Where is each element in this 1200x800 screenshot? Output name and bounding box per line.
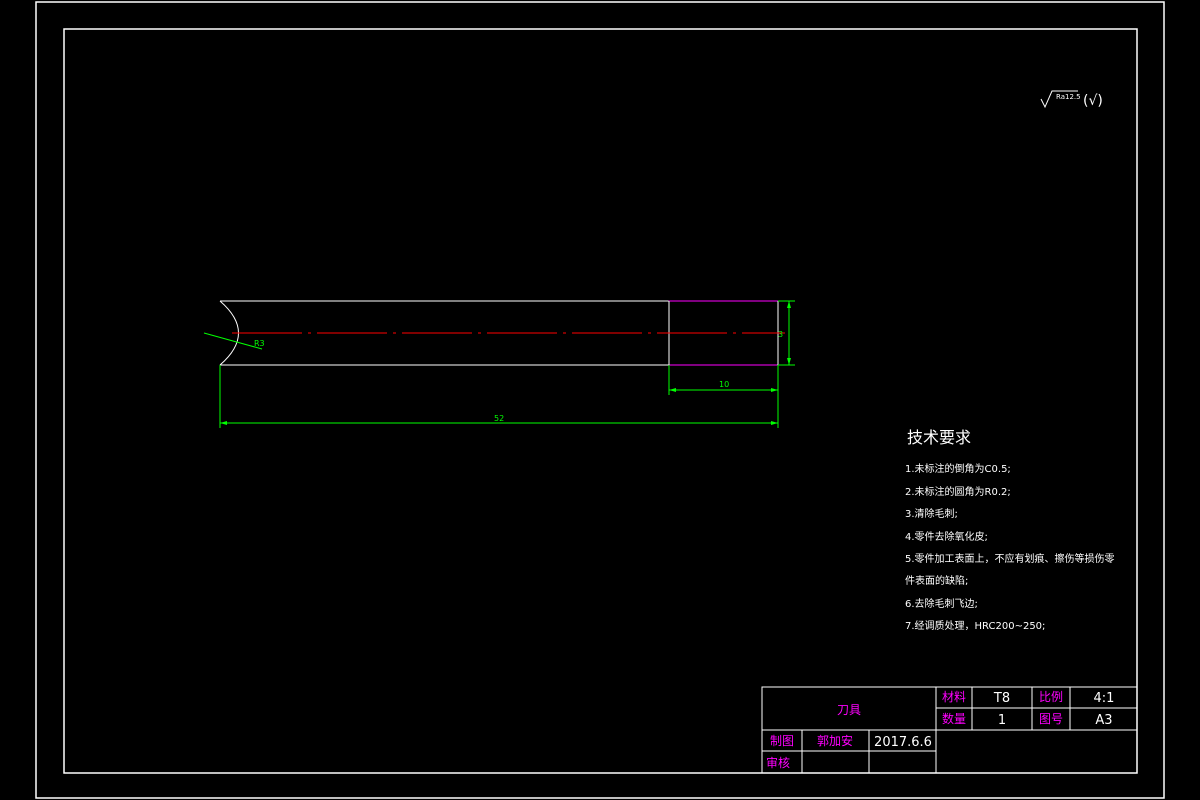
drawn-by-name: 郭加安 [817,733,853,748]
quantity-value: 1 [998,713,1006,728]
sheet-frame-inner [63,28,1138,774]
tech-requirement-item: 2.未标注的圆角为R0.2; [905,485,1011,498]
cad-drawing-canvas: Ra12.5 (√) R3 3 10 52 技术要求 1.未标注的倒角为C0.5… [35,1,1165,799]
tech-requirement-item: 4.零件去除氧化皮; [905,530,988,543]
tech-requirement-item: 1.未标注的倒角为C0.5; [905,462,1011,475]
scale-value: 4:1 [1094,691,1115,706]
tech-requirement-item: 7.经调质处理，HRC200~250; [905,619,1045,632]
scale-label: 比例 [1039,690,1063,704]
roughness-symbol: Ra12.5 (√) [1040,90,1103,109]
tech-requirement-item: 3.清除毛刺; [905,507,958,520]
dimension-diameter-text: 3 [778,330,783,339]
drawing-number-label: 图号 [1039,712,1063,726]
tech-requirement-item: 件表面的缺陷; [905,574,968,587]
material-value: T8 [993,691,1010,706]
material-label: 材料 [942,690,966,704]
sheet-border-outer [35,1,1165,799]
title-block: 刀具 材料 T8 比例 4:1 数量 1 图号 A3 制图 郭加安 2017.6… [761,686,1138,774]
dimension-radius-text: R3 [254,339,265,348]
dimension-radius: R3 [203,332,265,350]
drawn-date: 2017.6.6 [874,735,932,750]
drawing-number-value: A3 [1095,713,1112,728]
tech-requirement-item: 6.去除毛刺飞边; [905,597,978,610]
part-name: 刀具 [837,703,861,717]
roughness-paren: (√) [1083,93,1103,109]
dimension-length-end: 10 [668,365,779,395]
quantity-label: 数量 [942,711,966,726]
checked-by-label: 审核 [766,755,790,770]
dimension-length-total: 52 [219,365,779,428]
drawn-by-label: 制图 [770,734,794,748]
tech-requirements-title: 技术要求 [907,428,971,447]
tech-requirements: 技术要求 1.未标注的倒角为C0.5; 2.未标注的圆角为R0.2; 3.清除毛… [905,428,1115,632]
dimension-length-end-text: 10 [719,380,729,389]
dimension-length-total-text: 52 [494,414,504,423]
tech-requirement-item: 5.零件加工表面上，不应有划痕、擦伤等损伤零 [905,552,1115,565]
roughness-value: Ra12.5 [1056,93,1081,101]
dimension-diameter: 3 [778,300,795,366]
